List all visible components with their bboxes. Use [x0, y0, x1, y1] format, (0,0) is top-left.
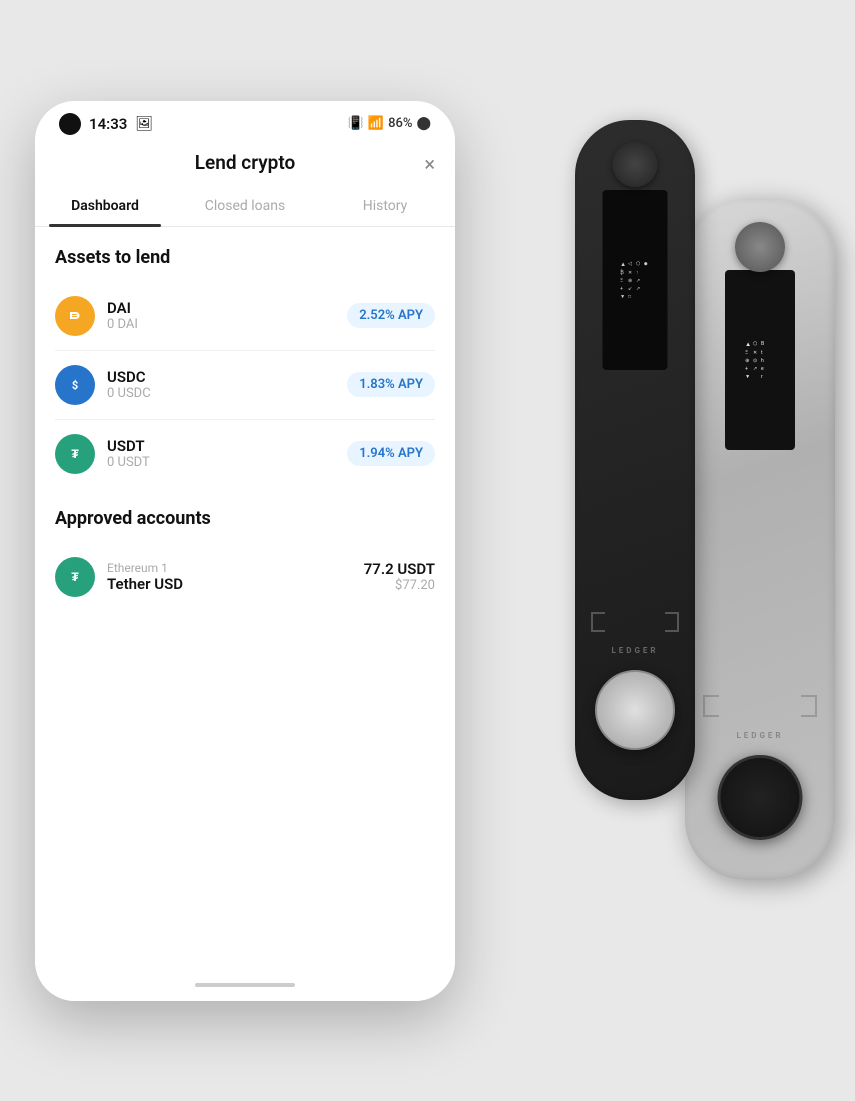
status-dot [59, 113, 81, 135]
asset-balance-usdc: 0 USDC [107, 386, 151, 401]
tab-history[interactable]: History [315, 186, 455, 226]
asset-left-dai: DAI 0 DAI [55, 296, 138, 336]
status-right: 📳 📶 86% ⬤ [348, 116, 431, 131]
svg-text:$: $ [72, 379, 78, 392]
status-time: 14:33 [89, 115, 127, 133]
account-amount-eth1: 77.2 USDT [364, 560, 435, 578]
account-sub-eth1: Ethereum 1 [107, 561, 183, 575]
asset-left-usdt: ₮ USDT 0 USDT [55, 434, 150, 474]
app-header: Lend crypto × [35, 143, 455, 186]
usdt-icon: ₮ [55, 434, 95, 474]
asset-item-dai[interactable]: DAI 0 DAI 2.52% APY [55, 282, 435, 351]
ledger-text-back: LEDGER [736, 731, 783, 740]
image-icon: 🖼 [135, 116, 153, 132]
ledger-device-back: ▲ ⬡ B Ξ ✕ t ⊕ ⊙ h + ↗ e [685, 200, 835, 880]
asset-item-usdc[interactable]: $ USDC 0 USDC 1.83% APY [55, 351, 435, 420]
usdc-icon: $ [55, 365, 95, 405]
bottom-button-left[interactable] [595, 670, 675, 750]
accounts-section: Approved accounts ₮ Ethereum 1 Tether US… [55, 508, 435, 611]
account-usd-eth1: $77.20 [395, 578, 435, 593]
asset-balance-usdt: 0 USDT [107, 455, 150, 470]
device-screen-right: ▲ ⬡ B Ξ ✕ t ⊕ ⊙ h + ↗ e [725, 270, 795, 450]
asset-name-wrap-usdt: USDT 0 USDT [107, 437, 150, 470]
top-button-left[interactable] [613, 142, 658, 187]
main-content: Assets to lend DAI [35, 227, 455, 973]
asset-item-usdt[interactable]: ₮ USDT 0 USDT 1.94% APY [55, 420, 435, 488]
account-right-eth1: 77.2 USDT $77.20 [364, 560, 435, 593]
accounts-section-title: Approved accounts [55, 508, 435, 529]
account-name-eth1: Tether USD [107, 575, 183, 593]
apy-badge-dai: 2.52% APY [347, 303, 435, 328]
vibrate-icon: 📳 [348, 116, 364, 131]
account-icon-eth1: ₮ [55, 557, 95, 597]
asset-name-wrap-dai: DAI 0 DAI [107, 299, 138, 332]
phone: 14:33 🖼 📳 📶 86% ⬤ Lend crypto × Dashboar… [35, 101, 455, 1001]
device-group-left: ▲ ◁ ⬡ ⬢ ₿ ✕ ↑ Ξ ⊕ ↗ + ↙ ↗ [575, 120, 695, 800]
device-screen-left: ▲ ◁ ⬡ ⬢ ₿ ✕ ↑ Ξ ⊕ ↗ + ↙ ↗ [603, 190, 668, 370]
account-name-wrap-eth1: Ethereum 1 Tether USD [107, 561, 183, 593]
tab-bar: Dashboard Closed loans History [35, 186, 455, 227]
page-title: Lend crypto [195, 151, 295, 174]
device-group-right: ▲ ⬡ B Ξ ✕ t ⊕ ⊙ h + ↗ e [685, 200, 835, 880]
bracket-left-front [591, 612, 605, 632]
signal-icon: 📶 [368, 116, 384, 131]
asset-name-usdt: USDT [107, 437, 150, 455]
top-button-right[interactable] [735, 222, 785, 272]
status-left: 14:33 🖼 [59, 113, 153, 135]
asset-name-usdc: USDC [107, 368, 151, 386]
dai-icon [55, 296, 95, 336]
status-bar: 14:33 🖼 📳 📶 86% ⬤ [35, 101, 455, 143]
account-left-eth1: ₮ Ethereum 1 Tether USD [55, 557, 183, 597]
account-item-eth1[interactable]: ₮ Ethereum 1 Tether USD 77.2 USDT $77.20 [55, 543, 435, 611]
home-indicator [195, 983, 295, 987]
svg-text:₮: ₮ [71, 447, 79, 461]
phone-wrapper: 14:33 🖼 📳 📶 86% ⬤ Lend crypto × Dashboar… [0, 0, 490, 1101]
bottom-bar [35, 973, 455, 1001]
ledger-device-front: ▲ ◁ ⬡ ⬢ ₿ ✕ ↑ Ξ ⊕ ↗ + ↙ ↗ [575, 120, 695, 800]
asset-list: DAI 0 DAI 2.52% APY $ [55, 282, 435, 488]
asset-name-wrap-usdc: USDC 0 USDC [107, 368, 151, 401]
battery-level: 86% [388, 116, 412, 131]
svg-text:₮: ₮ [71, 570, 79, 584]
asset-balance-dai: 0 DAI [107, 317, 138, 332]
tab-closed-loans[interactable]: Closed loans [175, 186, 315, 226]
apy-badge-usdt: 1.94% APY [347, 441, 435, 466]
battery-icon: ⬤ [416, 116, 431, 131]
apy-badge-usdc: 1.83% APY [347, 372, 435, 397]
tab-dashboard[interactable]: Dashboard [35, 186, 175, 226]
bracket-right-front [665, 612, 679, 632]
bracket-left-back [703, 695, 719, 717]
ledger-text-front: LEDGER [611, 646, 658, 655]
close-button[interactable]: × [424, 152, 435, 176]
asset-name-dai: DAI [107, 299, 138, 317]
bottom-button-right[interactable] [718, 755, 803, 840]
assets-section-title: Assets to lend [55, 247, 435, 268]
bracket-right-back [801, 695, 817, 717]
asset-left-usdc: $ USDC 0 USDC [55, 365, 151, 405]
devices-wrapper: ▲ ◁ ⬡ ⬢ ₿ ✕ ↑ Ξ ⊕ ↗ + ↙ ↗ [475, 0, 855, 1101]
